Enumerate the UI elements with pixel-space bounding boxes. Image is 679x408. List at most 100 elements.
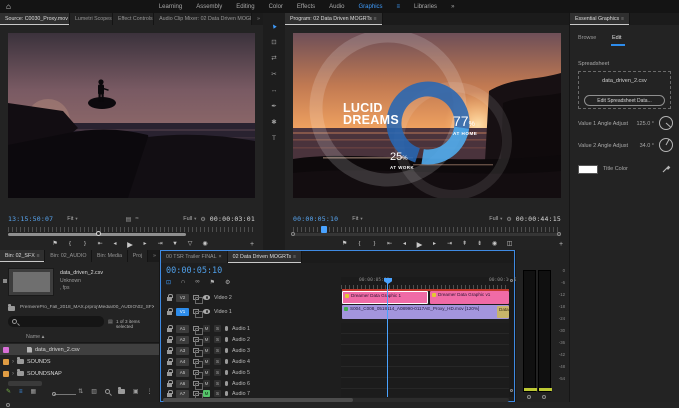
preview-thumbnail[interactable]	[8, 268, 54, 296]
solo-button[interactable]: S	[214, 336, 221, 343]
insert-button[interactable]: ▼	[170, 239, 181, 249]
program-zoom-select[interactable]: Fit▾	[352, 216, 362, 222]
tab-sequence-tsr-trailer[interactable]: 00 TSR Trailer FINAL×	[161, 251, 228, 263]
scrollbar-end-handle[interactable]	[291, 232, 295, 236]
lift-button[interactable]: ⇞	[459, 239, 470, 249]
voiceover-record-icon[interactable]	[225, 326, 228, 331]
step-back-button[interactable]: ◂	[399, 239, 410, 249]
track-lock-icon[interactable]	[167, 393, 172, 397]
breadcrumb[interactable]: PremierePro_Fall_2018_MAX.prproj\Media\0…	[20, 305, 154, 310]
razor-tool[interactable]: ✂	[268, 69, 280, 79]
zoom-slider[interactable]	[54, 394, 76, 395]
timeline-settings-icon[interactable]: ⚙	[225, 279, 230, 286]
tab-bin-02-audio[interactable]: Bin: 02_AUDIO	[45, 250, 92, 262]
new-item-button[interactable]: ▣	[133, 388, 139, 395]
list-view-button[interactable]: ≡	[19, 389, 23, 395]
track-target-a6[interactable]: A6	[176, 380, 189, 388]
sync-lock-icon[interactable]	[193, 359, 199, 364]
mute-button[interactable]: M	[203, 390, 210, 397]
tab-lumetri-scopes[interactable]: Lumetri Scopes	[70, 13, 113, 25]
extract-button[interactable]: ⇟	[474, 239, 485, 249]
tab-bin-media[interactable]: Bin: Media	[92, 250, 128, 262]
solo-button[interactable]: S	[214, 380, 221, 387]
go-to-in-button[interactable]: ⇤	[384, 239, 395, 249]
source-timecode[interactable]: 13:15:50:07	[8, 215, 53, 223]
clip-proxy-video[interactable]: S004_C008_0518114_A08990-0117AE_Proxy_HD…	[342, 305, 509, 319]
export-frame-button[interactable]: ◉	[200, 239, 211, 249]
workspace-tab-learning[interactable]: Learning	[159, 4, 182, 10]
timeline-timecode[interactable]: 00:00:05:10	[166, 266, 222, 276]
workspace-overflow-icon[interactable]: »	[451, 4, 454, 10]
scrollbar-end-handle[interactable]	[510, 279, 513, 282]
param2-dial[interactable]	[658, 137, 674, 153]
source-playhead[interactable]	[96, 231, 101, 236]
title-color-swatch[interactable]	[578, 165, 598, 174]
close-icon[interactable]: ×	[219, 254, 222, 260]
track-target-a1[interactable]: A1	[176, 325, 189, 333]
tab-bin-02-sfx[interactable]: Bin: 02_SFX≡	[0, 250, 45, 262]
label-color-chip[interactable]	[3, 371, 9, 377]
track-lock-icon[interactable]	[167, 383, 172, 387]
find-button[interactable]	[105, 389, 110, 394]
search-in-icon[interactable]: ▤	[108, 319, 113, 325]
workspace-tab-audio[interactable]: Audio	[329, 4, 344, 10]
track-target-a4[interactable]: A4	[176, 358, 189, 366]
vertical-scrollbar[interactable]	[509, 277, 514, 397]
selection-tool[interactable]: ▲	[266, 18, 282, 33]
slip-tool[interactable]: ↔	[268, 85, 280, 95]
track-lock-icon[interactable]	[167, 328, 172, 332]
go-to-out-button[interactable]: ⇥	[155, 239, 166, 249]
track-target-a7[interactable]: A7	[176, 390, 189, 398]
sync-lock-icon[interactable]	[193, 326, 199, 331]
go-to-in-button[interactable]: ⇤	[95, 239, 106, 249]
solo-button[interactable]: S	[214, 325, 221, 332]
solo-right-button[interactable]	[542, 395, 546, 399]
track-lock-icon[interactable]	[167, 372, 172, 376]
tab-audio-clip-mixer[interactable]: Audio Clip Mixer: 02 Data Driven MOGRTs	[154, 13, 252, 25]
mute-button[interactable]: M	[203, 336, 210, 343]
label-color-chip[interactable]	[3, 359, 9, 365]
program-playhead[interactable]	[321, 226, 327, 233]
edit-spreadsheet-data-button[interactable]: Edit Spreadsheet Data...	[584, 95, 665, 106]
scrollbar-end-handle[interactable]	[510, 389, 513, 392]
param2-value[interactable]: 34.0 °	[628, 143, 654, 149]
mute-button[interactable]: M	[203, 380, 210, 387]
hand-tool[interactable]: ✱	[268, 117, 280, 127]
workspace-tab-color[interactable]: Color	[269, 4, 283, 10]
home-icon[interactable]: ⌂	[6, 2, 11, 11]
source-zoom-select[interactable]: Fit▾	[67, 216, 77, 222]
mark-out-button[interactable]: }	[80, 239, 91, 249]
zoom-slider-handle[interactable]	[52, 392, 56, 396]
toggle-track-output-icon[interactable]	[203, 295, 210, 300]
overwrite-button[interactable]: ▽	[185, 239, 196, 249]
voiceover-record-icon[interactable]	[225, 359, 228, 364]
tab-browse[interactable]: Browse	[578, 35, 596, 41]
panel-menu-icon[interactable]: ≡	[293, 254, 296, 260]
playhead-line[interactable]	[387, 283, 388, 397]
workspace-tab-graphics[interactable]: Graphics	[359, 4, 383, 10]
source-monitor-video[interactable]	[8, 33, 255, 198]
program-timecode[interactable]: 00:00:05:10	[293, 215, 338, 223]
tab-project[interactable]: Proj	[128, 250, 148, 262]
add-marker-icon[interactable]: ⚑	[210, 279, 215, 286]
source-resolution-select[interactable]: Full▾	[183, 216, 196, 222]
button-editor-add-icon[interactable]: +	[250, 241, 254, 248]
tab-sequence-data-driven[interactable]: 02 Data Driven MOGRTs≡	[228, 251, 302, 263]
tab-overflow-icon[interactable]: »	[150, 250, 159, 262]
track-target-a5[interactable]: A5	[176, 369, 189, 377]
snap-toggle-icon[interactable]: ∩	[181, 279, 185, 286]
solo-button[interactable]: S	[214, 369, 221, 376]
sort-button[interactable]: ⇅	[78, 388, 83, 395]
drag-video-only-icon[interactable]: ▤	[126, 216, 132, 223]
play-button[interactable]: ▶	[414, 239, 425, 249]
nest-toggle-icon[interactable]: ⊡	[166, 279, 171, 286]
tab-source-clip[interactable]: Source: C0030_Proxy.mov≡	[0, 13, 70, 25]
list-item-data-driven-csv[interactable]: data_driven_2.csv	[0, 344, 159, 355]
list-item-soundsnap[interactable]: › SOUNDSNAP	[0, 368, 159, 379]
search-box[interactable]	[8, 316, 104, 327]
overflow-icon[interactable]: ⋮	[147, 388, 153, 395]
program-monitor-video[interactable]	[293, 33, 561, 198]
mute-button[interactable]: M	[203, 369, 210, 376]
add-marker-button[interactable]: ⚑	[339, 239, 350, 249]
mute-button[interactable]: M	[203, 325, 210, 332]
